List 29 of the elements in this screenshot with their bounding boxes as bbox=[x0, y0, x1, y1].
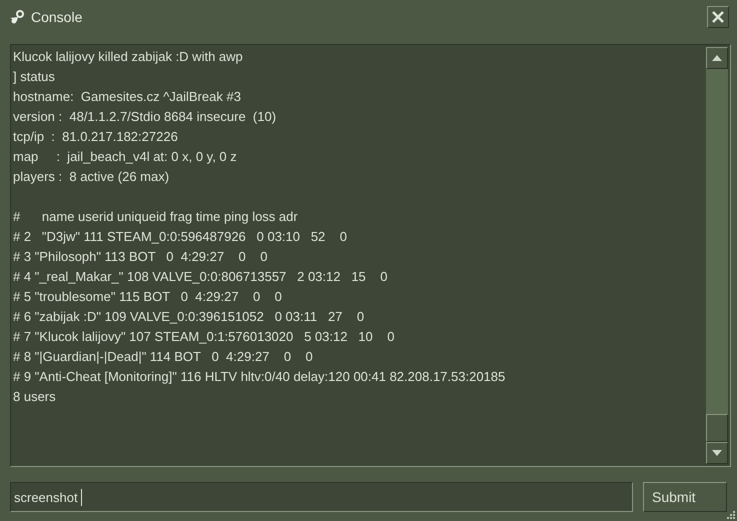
console-line: players : 8 active (26 max) bbox=[13, 168, 170, 186]
window-title: Console bbox=[31, 9, 84, 25]
scrollbar-thumb[interactable] bbox=[706, 414, 728, 442]
console-line: # 8 "|Guardian|-|Dead|" 114 BOT 0 4:29:27 0 0 bbox=[13, 348, 314, 366]
console-line: tcp/ip : 81.0.217.182:27226 bbox=[13, 128, 179, 146]
submit-button[interactable]: Submit bbox=[643, 482, 727, 512]
console-line: hostname: Gamesites.cz ^JailBreak #3 bbox=[13, 88, 242, 106]
close-icon bbox=[711, 10, 725, 24]
console-line: ] status bbox=[13, 68, 56, 86]
console-line: # 4 "_real_Makar_" 108 VALVE_0:0:806713557 2 03:12 15 0 bbox=[13, 268, 388, 286]
console-line: # 6 "zabijak :D" 109 VALVE_0:0:396151052 0 03:11 27 0 bbox=[13, 308, 366, 326]
console-line: Klucok lalijovy killed zabijak :D with awp bbox=[13, 48, 244, 66]
up-arrow-icon bbox=[712, 55, 722, 61]
scroll-down-button[interactable] bbox=[706, 442, 728, 464]
console-line: # name userid uniqueid frag time ping loss adr bbox=[13, 208, 299, 226]
console-line: # 2 "D3jw" 111 STEAM_0:0:596487926 0 03:10 52 0 bbox=[13, 228, 348, 246]
console-line: # 5 "troublesome" 115 BOT 0 4:29:27 0 0 bbox=[13, 288, 283, 306]
resize-grip-icon[interactable] bbox=[727, 511, 735, 519]
console-line: # 9 "Anti-Cheat [Monitoring]" 116 HLTV hltv:0/40 delay:120 00:41 82.208.17.53:20185 bbox=[13, 368, 506, 386]
scroll-up-button[interactable] bbox=[706, 47, 728, 69]
console-line: # 3 "Philosoph" 113 BOT 0 4:29:27 0 0 bbox=[13, 248, 268, 266]
console-line: # 7 "Klucok lalijovy" 107 STEAM_0:1:576013020 5 03:12 10 0 bbox=[13, 328, 396, 346]
text-cursor bbox=[81, 488, 82, 506]
command-input[interactable]: screenshot bbox=[10, 482, 633, 512]
console-line: version : 48/1.1.2.7/Stdio 8684 insecure (10) bbox=[13, 108, 278, 126]
console-line: map : jail_beach_v4l at: 0 x, 0 y, 0 z bbox=[13, 148, 238, 166]
console-line: 8 users bbox=[13, 388, 57, 406]
close-button[interactable] bbox=[707, 6, 729, 28]
down-arrow-icon bbox=[712, 450, 722, 456]
